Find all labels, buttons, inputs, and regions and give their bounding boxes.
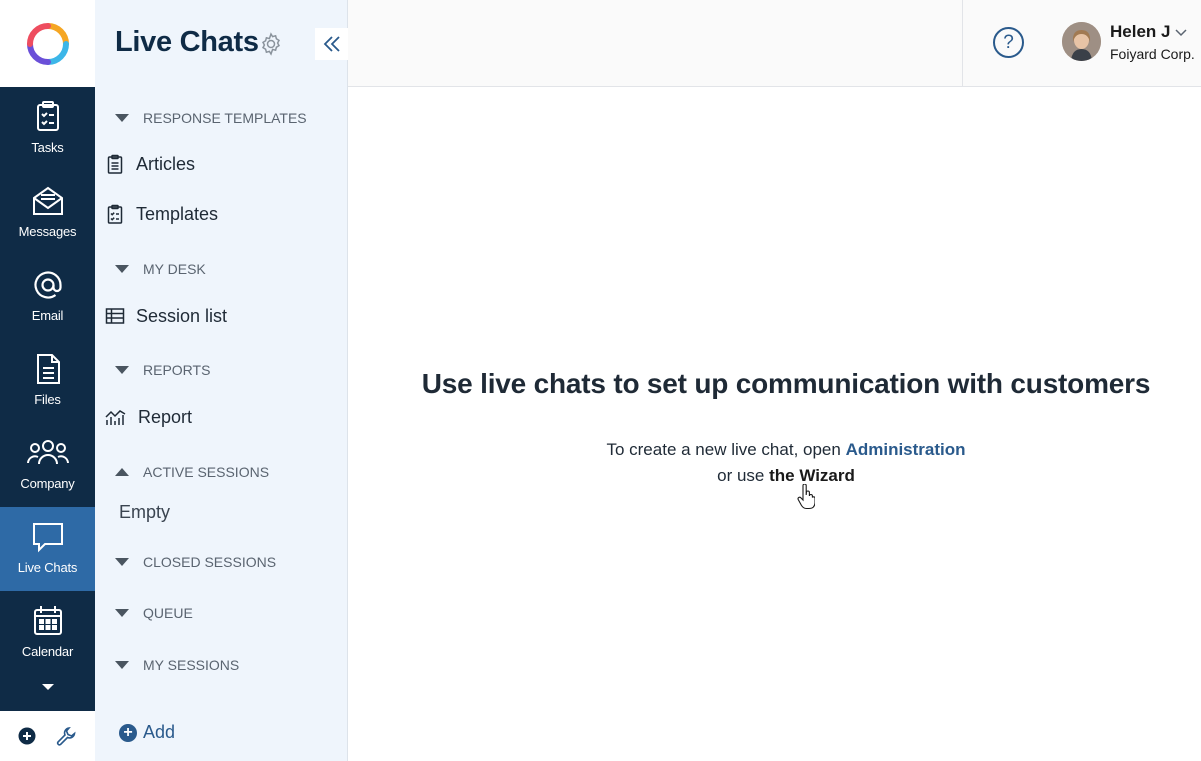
caret-down-icon	[115, 114, 129, 122]
clipboard-check-icon	[107, 204, 123, 224]
people-icon	[26, 440, 69, 465]
rail-item-label: Email	[31, 308, 64, 323]
section-label: ACTIVE SESSIONS	[143, 464, 270, 480]
caret-down-icon	[115, 609, 129, 617]
double-chevron-left-icon	[323, 36, 340, 52]
line2-text: or use	[717, 466, 770, 485]
administration-link[interactable]: Administration	[846, 440, 966, 459]
table-icon	[105, 308, 125, 324]
calendar-icon	[33, 606, 62, 635]
rail-item-label: Company	[20, 476, 75, 491]
chevron-down-icon[interactable]	[1174, 25, 1188, 39]
collapse-panel-button[interactable]	[315, 28, 348, 60]
caret-up-icon	[115, 468, 129, 476]
nav-item-label: Articles	[136, 153, 196, 174]
panel-title: Live Chats	[115, 26, 259, 58]
logo-icon	[26, 22, 69, 65]
plus-circle-icon: +	[119, 723, 137, 742]
section-label: QUEUE	[143, 605, 193, 621]
rail-item-live-chats[interactable]: Live Chats	[0, 507, 95, 591]
rail-item-label: Files	[34, 392, 61, 407]
section-closed-sessions[interactable]: CLOSED SESSIONS	[115, 552, 276, 572]
help-button[interactable]: ?	[993, 27, 1024, 58]
section-queue[interactable]: QUEUE	[115, 603, 193, 623]
caret-down-icon	[115, 661, 129, 669]
clipboard-check-icon	[36, 101, 59, 131]
caret-down-icon	[41, 684, 54, 690]
section-my-desk[interactable]: MY DESK	[115, 259, 206, 279]
app-logo[interactable]	[0, 0, 95, 87]
chat-bubble-icon	[32, 523, 63, 553]
rail-item-calendar[interactable]: Calendar	[0, 591, 95, 675]
rail-item-files[interactable]: Files	[0, 339, 95, 423]
section-active-sessions[interactable]: ACTIVE SESSIONS	[115, 462, 269, 482]
nav-item-templates[interactable]: Templates	[105, 202, 218, 226]
rail-item-label: Calendar	[21, 644, 74, 659]
caret-down-icon	[115, 558, 129, 566]
section-reports[interactable]: REPORTS	[115, 360, 210, 380]
empty-state-title: Use live chats to set up communication w…	[421, 368, 1151, 399]
help-icon: ?	[1003, 31, 1014, 53]
section-my-sessions[interactable]: MY SESSIONS	[115, 655, 239, 675]
active-sessions-empty: Empty	[119, 502, 171, 522]
section-label: MY DESK	[143, 261, 206, 277]
avatar[interactable]	[1062, 22, 1101, 61]
nav-item-articles[interactable]: Articles	[105, 152, 195, 176]
section-label: RESPONSE TEMPLATES	[143, 110, 307, 126]
section-label: CLOSED SESSIONS	[143, 554, 277, 570]
caret-down-icon	[115, 265, 129, 273]
empty-state-line-1: To create a new live chat, open Administ…	[348, 440, 1201, 460]
section-response-templates[interactable]: RESPONSE TEMPLATES	[115, 108, 307, 128]
user-org: Foiyard Corp.	[1110, 46, 1195, 62]
nav-item-label: Report	[138, 406, 193, 427]
rail-item-messages[interactable]: Messages	[0, 171, 95, 255]
add-button[interactable]: + Add	[119, 722, 175, 743]
caret-down-icon	[115, 366, 129, 374]
rail-item-label: Live Chats	[17, 560, 78, 575]
gear-icon[interactable]	[259, 32, 283, 56]
header-divider	[962, 0, 963, 87]
line1-text: To create a new live chat, open	[606, 440, 846, 459]
live-chats-panel: Live Chats RESPONSE TEMPLATES Articles T…	[95, 0, 348, 761]
bar-chart-icon	[105, 410, 126, 425]
nav-item-report[interactable]: Report	[105, 405, 192, 429]
rail-item-tasks[interactable]: Tasks	[0, 87, 95, 171]
add-label: Add	[143, 722, 176, 742]
user-photo-icon	[1062, 22, 1101, 61]
wizard-link[interactable]: the Wizard	[769, 466, 855, 485]
rail-bottom-bar	[0, 711, 95, 761]
clipboard-list-icon	[107, 154, 123, 174]
rail-item-label: Messages	[18, 224, 77, 239]
rail-item-label: Tasks	[31, 140, 64, 155]
left-rail: Tasks Messages Email Files Company Live …	[0, 0, 95, 761]
section-label: MY SESSIONS	[143, 657, 240, 673]
empty-state-line-2: or use the Wizard	[348, 466, 1201, 486]
envelope-icon	[32, 186, 63, 215]
nav-item-label: Session list	[136, 305, 228, 326]
rail-item-email[interactable]: Email	[0, 255, 95, 339]
rail-more-button[interactable]	[0, 672, 95, 702]
user-name[interactable]: Helen J	[1110, 22, 1170, 42]
wrench-icon[interactable]	[55, 725, 77, 747]
document-icon	[36, 354, 60, 384]
plus-circle-icon[interactable]	[18, 727, 36, 745]
at-sign-icon	[33, 271, 62, 299]
rail-item-company[interactable]: Company	[0, 423, 95, 507]
nav-item-session-list[interactable]: Session list	[105, 304, 227, 328]
nav-item-label: Templates	[136, 203, 219, 224]
section-label: REPORTS	[143, 362, 211, 378]
top-header: ? Helen J Foiyard Corp.	[348, 0, 1201, 87]
hand-cursor-icon	[797, 484, 815, 510]
